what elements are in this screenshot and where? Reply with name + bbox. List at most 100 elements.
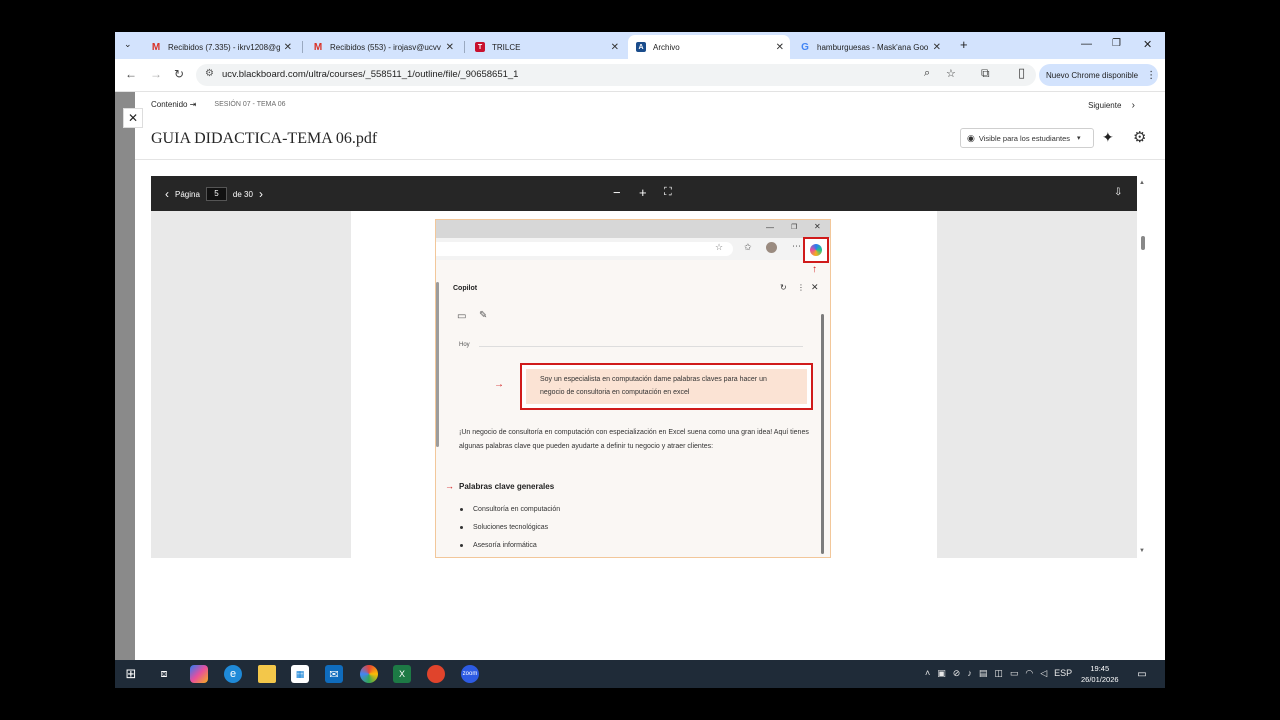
minimize-icon[interactable]: — xyxy=(1081,38,1092,50)
zoom-in-icon[interactable]: + xyxy=(639,185,647,200)
mic-icon[interactable]: ♪ xyxy=(967,668,972,679)
camera-icon[interactable]: ▣ xyxy=(937,668,946,679)
trilce-icon: T xyxy=(475,42,485,52)
reload-icon[interactable]: ↻ xyxy=(174,67,184,81)
store-icon[interactable]: ▦ xyxy=(291,665,309,683)
security-icon[interactable]: ◫ xyxy=(994,668,1003,679)
pdf-canvas[interactable]: — ❐ ✕ ☆ ✩ ⋯ ↑ Copilot ↻ ⋮ ✕ ▭ ✎ Hoy → So… xyxy=(151,211,1137,558)
keyword-item: Soluciones tecnológicas xyxy=(460,524,548,531)
date-label: 26/01/2026 xyxy=(1081,675,1119,684)
zoom-app-icon[interactable]: zoom xyxy=(461,665,479,683)
battery-icon[interactable]: ▭ xyxy=(1010,668,1019,679)
chrome-update-button[interactable]: Nuevo Chrome disponible ⋮ xyxy=(1039,64,1158,86)
extensions-icon[interactable]: ⧉ xyxy=(981,66,990,81)
date-label: Hoy xyxy=(459,342,470,348)
close-tab-icon[interactable]: ✕ xyxy=(933,42,941,53)
copilot-app-icon[interactable] xyxy=(190,665,208,683)
restore-icon[interactable]: ❐ xyxy=(1112,38,1121,49)
language-indicator[interactable]: ESP xyxy=(1054,668,1072,679)
arrow-up-icon: ↑ xyxy=(812,264,817,275)
pdf-toolbar: ‹ Página 5 de 30 › − + ⛶ ⇩ xyxy=(151,176,1137,211)
next-page-icon[interactable]: › xyxy=(259,187,263,201)
tab-search-icon[interactable]: ⌄ xyxy=(124,39,132,50)
tab-google[interactable]: G hamburguesas - Mask'ana Goo ✕ xyxy=(792,35,947,59)
address-bar[interactable]: ⚙ ucv.blackboard.com/ultra/courses/_5585… xyxy=(196,64,1036,86)
visibility-label: Visible para los estudiantes xyxy=(978,133,1071,143)
download-icon[interactable]: ⇩ xyxy=(1114,187,1122,198)
close-tab-icon[interactable]: ✕ xyxy=(611,42,619,53)
gmail-icon: M xyxy=(313,41,323,53)
back-icon[interactable]: ← xyxy=(125,67,137,81)
copilot-panel: Copilot ↻ ⋮ ✕ ▭ ✎ Hoy → Soy un especiali… xyxy=(439,278,828,557)
window-close-icon[interactable]: ✕ xyxy=(1143,38,1152,51)
page-content: ✕ Contenido ⇥ SESIÓN 07 - TEMA 06 Siguie… xyxy=(115,92,1165,660)
tab-title: Archivo xyxy=(653,42,680,52)
gear-icon[interactable]: ⚙ xyxy=(1133,128,1146,146)
star-icon: ☆ xyxy=(715,242,724,252)
new-tab-icon[interactable]: + xyxy=(960,37,968,52)
pdf-scrollbar[interactable]: ▲ ▼ xyxy=(1139,180,1147,556)
task-view-icon[interactable]: ⧈ xyxy=(155,665,173,683)
chrome-icon[interactable] xyxy=(360,665,378,683)
page-label: Página xyxy=(175,189,200,199)
divider xyxy=(135,159,1165,160)
app-icon[interactable] xyxy=(427,665,445,683)
visibility-dropdown[interactable]: ◉ Visible para los estudiantes ▾ xyxy=(960,128,1094,148)
prev-page-icon[interactable]: ‹ xyxy=(165,187,169,201)
close-tab-icon[interactable]: ✕ xyxy=(284,42,292,53)
copilot-icon xyxy=(810,244,822,256)
page-number-input[interactable]: 5 xyxy=(205,187,227,201)
chevron-up-icon[interactable]: ˄ xyxy=(925,668,930,679)
windows-start-icon[interactable]: ⊞ xyxy=(122,665,140,683)
close-panel-button[interactable]: ✕ xyxy=(123,108,143,128)
answer-text: ¡Un negocio de consultoría en computació… xyxy=(459,429,809,450)
close-tab-icon[interactable]: ✕ xyxy=(446,42,454,53)
breadcrumb: Contenido ⇥ SESIÓN 07 - TEMA 06 xyxy=(151,100,286,109)
google-icon: G xyxy=(801,41,809,53)
tab-trilce[interactable]: T TRILCE ✕ xyxy=(467,35,625,59)
fullscreen-icon[interactable]: ⛶ xyxy=(664,186,672,199)
more-icon: ⋯ xyxy=(792,241,801,251)
device-icon[interactable]: ▯ xyxy=(1018,65,1025,81)
wifi-icon[interactable]: ◠ xyxy=(1025,668,1033,679)
copilot-label: Copilot xyxy=(453,285,478,292)
close-icon: ✕ xyxy=(811,282,819,292)
edge-icon[interactable]: e xyxy=(224,665,242,683)
page-title: GUIA DIDACTICA-TEMA 06.pdf xyxy=(151,130,378,147)
zoom-out-icon[interactable]: − xyxy=(613,185,621,200)
site-info-icon[interactable]: ⚙ xyxy=(205,68,214,79)
screenshot-addressbar: ☆ ✩ ⋯ xyxy=(436,238,830,260)
content-link[interactable]: Contenido ⇥ xyxy=(151,100,196,109)
zoom-icon[interactable]: ⌕ xyxy=(924,67,930,80)
tab-gmail-1[interactable]: M Recibidos (7.335) - ikrv1208@g ✕ xyxy=(143,35,298,59)
next-link[interactable]: Siguiente › xyxy=(1088,100,1135,111)
scroll-thumb[interactable] xyxy=(1141,236,1145,250)
mute-icon[interactable]: ⊘ xyxy=(953,668,961,679)
bookmark-star-icon[interactable]: ☆ xyxy=(946,67,956,80)
taskbar: ⊞ ⧈ e ▦ ✉ X zoom ˄ ▣ ⊘ ♪ ▤ ◫ ▭ ◠ ◁ ESP 1… xyxy=(115,660,1165,688)
url-text: ucv.blackboard.com/ultra/courses/_558511… xyxy=(222,69,519,80)
avatar xyxy=(766,242,777,253)
clock[interactable]: 19:45 26/01/2026 xyxy=(1081,663,1119,685)
notifications-icon[interactable]: ▭ xyxy=(1133,665,1151,683)
tab-title: hamburguesas - Mask'ana Goo xyxy=(817,42,929,52)
keyword-item: Asesoría informática xyxy=(460,542,537,549)
outlook-icon[interactable]: ✉ xyxy=(325,665,343,683)
scroll-down-icon: ▼ xyxy=(1139,548,1145,554)
ai-design-icon[interactable]: ✦ xyxy=(1102,129,1114,146)
pdf-page: — ❐ ✕ ☆ ✩ ⋯ ↑ Copilot ↻ ⋮ ✕ ▭ ✎ Hoy → So… xyxy=(351,211,937,558)
tab-archivo[interactable]: A Archivo ✕ xyxy=(628,35,790,59)
excel-icon[interactable]: X xyxy=(393,665,411,683)
tab-gmail-2[interactable]: M Recibidos (553) - irojasv@ucvv ✕ xyxy=(305,35,460,59)
gmail-icon: M xyxy=(151,41,161,53)
file-explorer-icon[interactable] xyxy=(258,665,276,683)
menu-dots-icon[interactable]: ⋮ xyxy=(1146,70,1156,81)
time-label: 19:45 xyxy=(1090,664,1110,673)
volume-icon[interactable]: ◁ xyxy=(1040,668,1047,679)
refresh-icon: ↻ xyxy=(780,283,787,292)
chevron-right-icon: › xyxy=(1131,100,1135,111)
forward-icon[interactable]: → xyxy=(150,67,162,81)
display-icon[interactable]: ▤ xyxy=(979,668,988,679)
collapse-icon: ⇥ xyxy=(189,100,197,109)
close-tab-icon[interactable]: ✕ xyxy=(776,42,784,53)
